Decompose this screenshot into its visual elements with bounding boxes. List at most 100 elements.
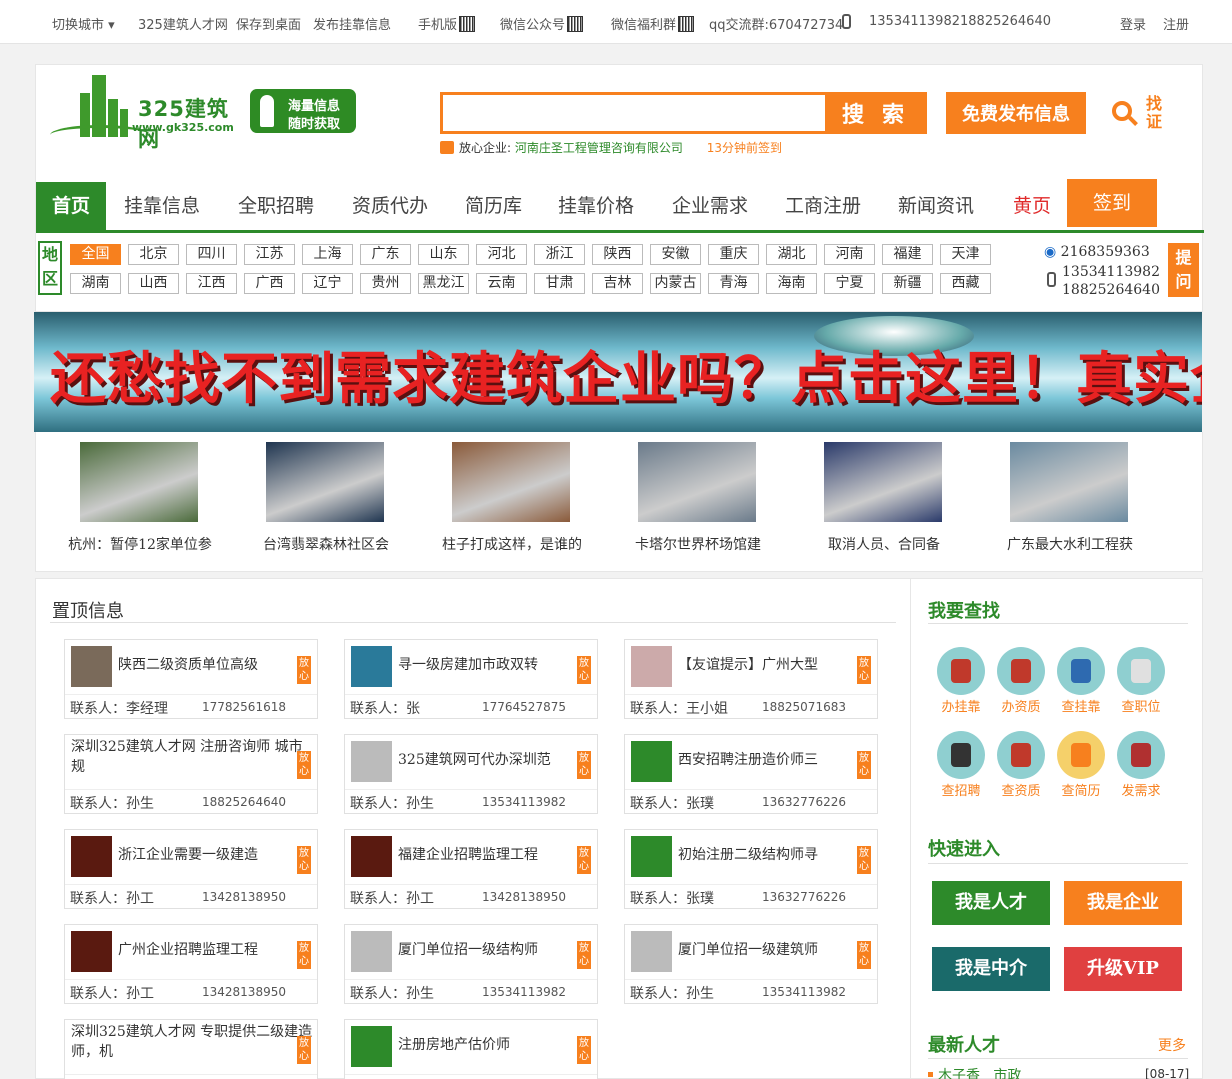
news-thumbnail[interactable] xyxy=(80,442,198,522)
find-label-6[interactable]: 查简历 xyxy=(1051,780,1111,799)
city-1-0[interactable]: 全国 xyxy=(70,244,121,265)
news-caption[interactable]: 取消人员、合同备 xyxy=(794,534,974,554)
city-1-7[interactable]: 河北 xyxy=(476,244,527,265)
nav-fulltime[interactable]: 全职招聘 xyxy=(238,182,314,230)
free-publish-button[interactable]: 免费发布信息 xyxy=(946,92,1086,134)
news-caption[interactable]: 台湾翡翠森林社区会 xyxy=(236,534,416,554)
find-icon-5[interactable] xyxy=(997,731,1045,779)
find-label-1[interactable]: 办资质 xyxy=(991,696,1051,715)
news-caption[interactable]: 广东最大水利工程获 xyxy=(980,534,1160,554)
listing-title[interactable]: 深圳325建筑人才网 专职提供二级建造师，机 xyxy=(71,1022,315,1062)
city-1-13[interactable]: 河南 xyxy=(824,244,875,265)
register-link[interactable]: 注册 xyxy=(1163,14,1189,33)
news-caption[interactable]: 柱子打成这样，是谁的 xyxy=(422,534,602,554)
find-label-5[interactable]: 查资质 xyxy=(991,780,1051,799)
listing-card[interactable]: 深圳325建筑人才网 注册咨询师 城市规 放心 联系人：孙生 18825264640 xyxy=(64,734,318,814)
find-icon-4[interactable] xyxy=(937,731,985,779)
find-label-4[interactable]: 查招聘 xyxy=(931,780,991,799)
search-input[interactable] xyxy=(440,92,825,134)
city-2-6[interactable]: 黑龙江 xyxy=(418,273,469,294)
nav-news[interactable]: 新闻资讯 xyxy=(898,182,974,230)
find-icon-1[interactable] xyxy=(997,647,1045,695)
news-thumbnail[interactable] xyxy=(266,442,384,522)
city-1-5[interactable]: 广东 xyxy=(360,244,411,265)
listing-title[interactable]: 陕西二级资质单位高级 xyxy=(118,654,296,674)
city-2-11[interactable]: 青海 xyxy=(708,273,759,294)
find-label-7[interactable]: 发需求 xyxy=(1111,780,1171,799)
listing-title[interactable]: 深圳325建筑人才网 注册咨询师 城市规 xyxy=(71,737,315,777)
enterprise-entry-button[interactable]: 我是企业 xyxy=(1064,881,1182,925)
news-thumbnail[interactable] xyxy=(638,442,756,522)
wechat-group-link[interactable]: 微信福利群 xyxy=(611,14,695,33)
news-thumbnail[interactable] xyxy=(452,442,570,522)
city-2-0[interactable]: 湖南 xyxy=(70,273,121,294)
trusted-company-link[interactable]: 河南庄圣工程管理咨询有限公司 xyxy=(515,141,683,155)
listing-card[interactable]: 325建筑网可代办深圳范 放心 联系人：孙生 13534113982 xyxy=(344,734,598,814)
save-desktop-link[interactable]: 保存到桌面 xyxy=(236,14,301,33)
qq-contact[interactable]: ◉ 2168359363 xyxy=(1044,244,1150,260)
listing-title[interactable]: 【友谊提示】广州大型 xyxy=(678,654,856,674)
nav-business-reg[interactable]: 工商注册 xyxy=(785,182,861,230)
more-link[interactable]: 更多 xyxy=(1158,1035,1186,1055)
listing-card[interactable]: 厦门单位招一级结构师 放心 联系人：孙生 13534113982 xyxy=(344,924,598,1004)
city-2-14[interactable]: 新疆 xyxy=(882,273,933,294)
nav-price[interactable]: 挂靠价格 xyxy=(558,182,634,230)
city-2-10[interactable]: 内蒙古 xyxy=(650,273,701,294)
listing-card[interactable]: 注册房地产估价师 放心 xyxy=(344,1019,598,1079)
city-1-15[interactable]: 天津 xyxy=(940,244,991,265)
ask-question-button[interactable]: 提问 xyxy=(1168,243,1199,297)
nav-resume[interactable]: 简历库 xyxy=(465,182,522,230)
search-button[interactable]: 搜 索 xyxy=(825,92,927,134)
city-1-8[interactable]: 浙江 xyxy=(534,244,585,265)
find-cert-link[interactable]: 找证 xyxy=(1110,95,1170,135)
listing-title[interactable]: 厦门单位招一级结构师 xyxy=(398,939,576,959)
city-1-1[interactable]: 北京 xyxy=(128,244,179,265)
city-1-2[interactable]: 四川 xyxy=(186,244,237,265)
listing-title[interactable]: 福建企业招聘监理工程 xyxy=(398,844,576,864)
sign-in-button[interactable]: 签到 xyxy=(1067,179,1157,227)
city-1-10[interactable]: 安徽 xyxy=(650,244,701,265)
city-1-3[interactable]: 江苏 xyxy=(244,244,295,265)
city-1-6[interactable]: 山东 xyxy=(418,244,469,265)
listing-card[interactable]: 深圳325建筑人才网 专职提供二级建造师，机 放心 xyxy=(64,1019,318,1079)
city-2-12[interactable]: 海南 xyxy=(766,273,817,294)
listing-card[interactable]: 寻一级房建加市政双转 放心 联系人：张 17764527875 xyxy=(344,639,598,719)
listing-title[interactable]: 注册房地产估价师 xyxy=(398,1034,576,1054)
listing-title[interactable]: 325建筑网可代办深圳范 xyxy=(398,749,576,769)
listing-card[interactable]: 福建企业招聘监理工程 放心 联系人：孙工 13428138950 xyxy=(344,829,598,909)
city-2-5[interactable]: 贵州 xyxy=(360,273,411,294)
listing-title[interactable]: 广州企业招聘监理工程 xyxy=(118,939,296,959)
nav-demand[interactable]: 企业需求 xyxy=(672,182,748,230)
news-thumbnail[interactable] xyxy=(1010,442,1128,522)
find-icon-6[interactable] xyxy=(1057,731,1105,779)
find-icon-7[interactable] xyxy=(1117,731,1165,779)
nav-yellow-pages[interactable]: 黄页 xyxy=(1013,182,1051,230)
find-icon-2[interactable] xyxy=(1057,647,1105,695)
site-name-link[interactable]: 325建筑人才网 xyxy=(138,14,228,33)
agent-entry-button[interactable]: 我是中介 xyxy=(932,947,1050,991)
city-2-1[interactable]: 山西 xyxy=(128,273,179,294)
publish-info-link[interactable]: 发布挂靠信息 xyxy=(313,14,391,33)
listing-card[interactable]: 厦门单位招一级建筑师 放心 联系人：孙生 13534113982 xyxy=(624,924,878,1004)
city-1-12[interactable]: 湖北 xyxy=(766,244,817,265)
login-link[interactable]: 登录 xyxy=(1120,14,1146,33)
nav-qualification[interactable]: 资质代办 xyxy=(352,182,428,230)
wechat-public-link[interactable]: 微信公众号 xyxy=(500,14,584,33)
news-caption[interactable]: 杭州：暂停12家单位参 xyxy=(50,534,230,554)
city-2-4[interactable]: 辽宁 xyxy=(302,273,353,294)
news-caption[interactable]: 卡塔尔世界杯场馆建 xyxy=(608,534,788,554)
nav-home[interactable]: 首页 xyxy=(36,182,106,230)
find-label-3[interactable]: 查职位 xyxy=(1111,696,1171,715)
city-1-4[interactable]: 上海 xyxy=(302,244,353,265)
city-2-2[interactable]: 江西 xyxy=(186,273,237,294)
listing-title[interactable]: 寻一级房建加市政双转 xyxy=(398,654,576,674)
city-2-3[interactable]: 广西 xyxy=(244,273,295,294)
upgrade-vip-button[interactable]: 升级VIP xyxy=(1064,947,1182,991)
city-2-9[interactable]: 吉林 xyxy=(592,273,643,294)
listing-title[interactable]: 西安招聘注册造价师三 xyxy=(678,749,856,769)
find-label-2[interactable]: 查挂靠 xyxy=(1051,696,1111,715)
listing-title[interactable]: 初始注册二级结构师寻 xyxy=(678,844,856,864)
listing-card[interactable]: 初始注册二级结构师寻 放心 联系人：张璞 13632776226 xyxy=(624,829,878,909)
listing-card[interactable]: 浙江企业需要一级建造 放心 联系人：孙工 13428138950 xyxy=(64,829,318,909)
city-2-15[interactable]: 西藏 xyxy=(940,273,991,294)
